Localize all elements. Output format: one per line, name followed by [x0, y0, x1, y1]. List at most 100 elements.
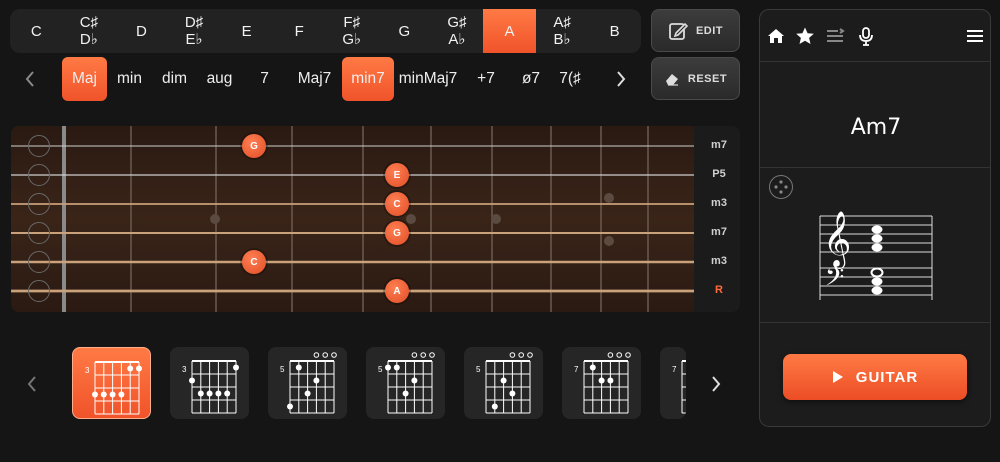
interval-label: m3: [711, 197, 727, 209]
panel-toolbar: [760, 10, 990, 62]
eraser-icon: [665, 73, 678, 86]
finger-dot: [215, 390, 222, 397]
root-note-5[interactable]: F: [273, 9, 326, 53]
interval-label: R: [715, 284, 723, 296]
voicing-diagram-5[interactable]: 7: [562, 347, 641, 419]
edit-icon: [669, 22, 688, 40]
staff-notation: 𝄞 𝄢: [819, 211, 933, 300]
root-note-1[interactable]: C♯ D♭: [63, 9, 116, 53]
voicing-diagram-3[interactable]: 5: [366, 347, 445, 419]
open-string-dot: [518, 352, 525, 358]
finger-dot: [607, 377, 614, 384]
app-root: C C♯ D♭ D D♯ E♭ E F F♯ G♭ G G♯ A♭ A A♯ B♭ B Maj min dim aug…: [0, 0, 1000, 462]
reset-button[interactable]: RESET: [651, 57, 740, 100]
voicing-scroll-left-button[interactable]: [20, 370, 44, 398]
quality-list: Maj min dim aug 7 Maj7 min7 minMaj7 +7 ø7 7(♯: [62, 57, 589, 101]
voicing-diagram-0[interactable]: 3: [72, 347, 151, 419]
finger-dot: [313, 377, 320, 384]
root-note-3[interactable]: D♯ E♭: [168, 9, 221, 53]
quality-2[interactable]: dim: [152, 57, 197, 101]
interval-label: P5: [712, 168, 726, 180]
root-note-label: D♯: [184, 14, 204, 31]
bass-clef-icon: 𝄢: [825, 263, 844, 298]
quality-7[interactable]: minMaj7: [394, 57, 462, 101]
fretboard-note-G[interactable]: G: [385, 221, 409, 245]
open-string-dot: [509, 352, 516, 358]
finger-dot: [402, 390, 409, 397]
fret-inlay: [604, 236, 614, 246]
play-guitar-button[interactable]: GUITAR: [783, 354, 967, 400]
root-note-6[interactable]: F♯ G♭: [325, 9, 378, 53]
root-note-label: D: [136, 22, 147, 40]
dots-toggle-icon[interactable]: [769, 175, 793, 199]
finger-dot: [109, 391, 116, 398]
quality-1[interactable]: min: [107, 57, 152, 101]
quality-6[interactable]: min7: [342, 57, 394, 101]
list-icon[interactable]: [824, 25, 846, 47]
chord-diagram: [385, 352, 435, 414]
edit-button[interactable]: EDIT: [651, 9, 740, 52]
root-note-label: F♯: [343, 14, 361, 31]
root-note-8[interactable]: G♯ A♭: [431, 9, 484, 53]
quality-scroll-right-button[interactable]: [607, 65, 635, 93]
root-note-11[interactable]: B: [588, 9, 641, 53]
finger-dot: [206, 390, 213, 397]
fretboard[interactable]: m7 P5 m3 m7 m3 R G E C G C A: [11, 126, 740, 312]
fretboard-note-C[interactable]: C: [385, 192, 409, 216]
interval-label: m7: [711, 226, 727, 238]
fretboard-note-G[interactable]: G: [242, 134, 266, 158]
home-icon[interactable]: [765, 25, 787, 47]
root-note-alt-label: B♭: [553, 31, 571, 48]
fret-inlay: [491, 214, 501, 224]
fretboard-note-E[interactable]: E: [385, 163, 409, 187]
root-note-label: C♯: [79, 14, 99, 31]
open-string-marker[interactable]: [28, 193, 50, 215]
quality-10[interactable]: 7(♯: [552, 57, 588, 101]
finger-dot: [509, 390, 516, 397]
finger-dot: [393, 364, 400, 371]
root-note-label: G: [398, 22, 411, 40]
microphone-icon[interactable]: [855, 25, 877, 47]
chevron-right-icon: [712, 376, 721, 392]
voicing-diagram-1[interactable]: 3: [170, 347, 249, 419]
open-string-marker[interactable]: [28, 251, 50, 273]
root-note-7[interactable]: G: [378, 9, 431, 53]
quality-8[interactable]: +7: [462, 57, 510, 101]
root-note-4[interactable]: E: [220, 9, 273, 53]
finger-dot: [295, 364, 302, 371]
open-string-marker[interactable]: [28, 135, 50, 157]
root-note-label: B: [609, 22, 620, 40]
fretboard-note-C[interactable]: C: [242, 250, 266, 274]
chevron-left-icon: [25, 71, 34, 87]
quality-scroll-left-button[interactable]: [16, 65, 44, 93]
quality-3[interactable]: aug: [197, 57, 242, 101]
quality-4[interactable]: 7: [242, 57, 287, 101]
open-string-marker[interactable]: [28, 222, 50, 244]
quality-9[interactable]: ø7: [510, 57, 552, 101]
treble-clef-icon: 𝄞: [823, 211, 851, 269]
chord-name: Am7: [850, 115, 902, 140]
root-note-10[interactable]: A♯ B♭: [536, 9, 589, 53]
root-note-2[interactable]: D: [115, 9, 168, 53]
voicing-diagram-4[interactable]: 5: [464, 347, 543, 419]
finger-dot: [233, 364, 239, 371]
chord-diagram: [189, 360, 239, 414]
divider: [760, 322, 990, 323]
menu-icon[interactable]: [964, 25, 986, 47]
voicing-scroll-right-button[interactable]: [704, 370, 728, 398]
open-string-marker[interactable]: [28, 280, 50, 302]
quality-0[interactable]: Maj: [62, 57, 107, 101]
star-icon[interactable]: [794, 25, 816, 47]
voicing-diagram-2[interactable]: 5: [268, 347, 347, 419]
fretboard-note-A[interactable]: A: [385, 279, 409, 303]
voicing-diagram-6[interactable]: 7: [660, 347, 686, 419]
root-note-label: F: [294, 22, 304, 40]
finger-dot: [92, 391, 98, 398]
open-string-marker[interactable]: [28, 164, 50, 186]
quality-5[interactable]: Maj7: [287, 57, 342, 101]
divider: [760, 167, 990, 168]
root-note-0[interactable]: C: [10, 9, 63, 53]
edit-button-label: EDIT: [695, 24, 724, 37]
root-note-9[interactable]: A: [483, 9, 536, 53]
chord-detail-panel: Am7 𝄞 𝄢 GUITAR: [759, 9, 991, 427]
